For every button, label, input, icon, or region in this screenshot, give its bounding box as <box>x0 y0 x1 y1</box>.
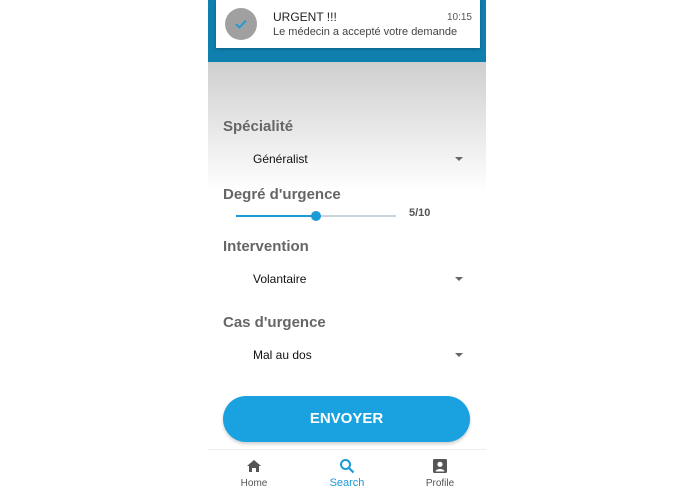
cas-label: Cas d'urgence <box>223 314 326 331</box>
slider-fill <box>236 215 316 217</box>
envoyer-button[interactable]: ENVOYER <box>223 396 470 442</box>
slider-thumb[interactable] <box>311 211 321 221</box>
intervention-dropdown[interactable]: Volantaire <box>253 270 463 290</box>
urgence-label: Degré d'urgence <box>223 186 341 203</box>
dropdown-arrow-icon <box>455 277 463 281</box>
notification-avatar <box>225 8 257 40</box>
urgence-slider[interactable] <box>236 210 396 222</box>
nav-profile-label: Profile <box>425 478 455 489</box>
check-icon <box>235 19 247 29</box>
home-icon <box>247 460 261 472</box>
dropdown-arrow-icon <box>455 157 463 161</box>
nav-search[interactable]: Search <box>301 450 393 494</box>
urgence-value: 5/10 <box>409 207 431 219</box>
specialite-value: Généralist <box>253 152 308 166</box>
nav-home-label: Home <box>240 478 268 489</box>
search-icon <box>340 459 355 474</box>
dropdown-arrow-icon <box>455 353 463 357</box>
nav-search-label: Search <box>329 477 365 489</box>
notification-time: 10:15 <box>446 12 472 23</box>
profile-icon <box>433 459 447 473</box>
intervention-label: Intervention <box>223 238 309 255</box>
cas-value: Mal au dos <box>253 348 312 362</box>
specialite-dropdown[interactable]: Généralist <box>253 150 463 170</box>
app-screen: URGENT !!! 10:15 Le médecin a accepté vo… <box>208 0 486 494</box>
bottom-navigation: Home Search Profile <box>208 449 486 494</box>
notification-message: Le médecin a accepté votre demande <box>273 26 458 38</box>
nav-profile[interactable]: Profile <box>394 450 486 494</box>
notification-title: URGENT !!! <box>273 10 337 24</box>
specialite-label: Spécialité <box>223 118 294 135</box>
notification-card[interactable]: URGENT !!! 10:15 Le médecin a accepté vo… <box>216 0 480 48</box>
cas-dropdown[interactable]: Mal au dos <box>253 346 463 366</box>
nav-home[interactable]: Home <box>208 450 300 494</box>
intervention-value: Volantaire <box>253 272 307 286</box>
